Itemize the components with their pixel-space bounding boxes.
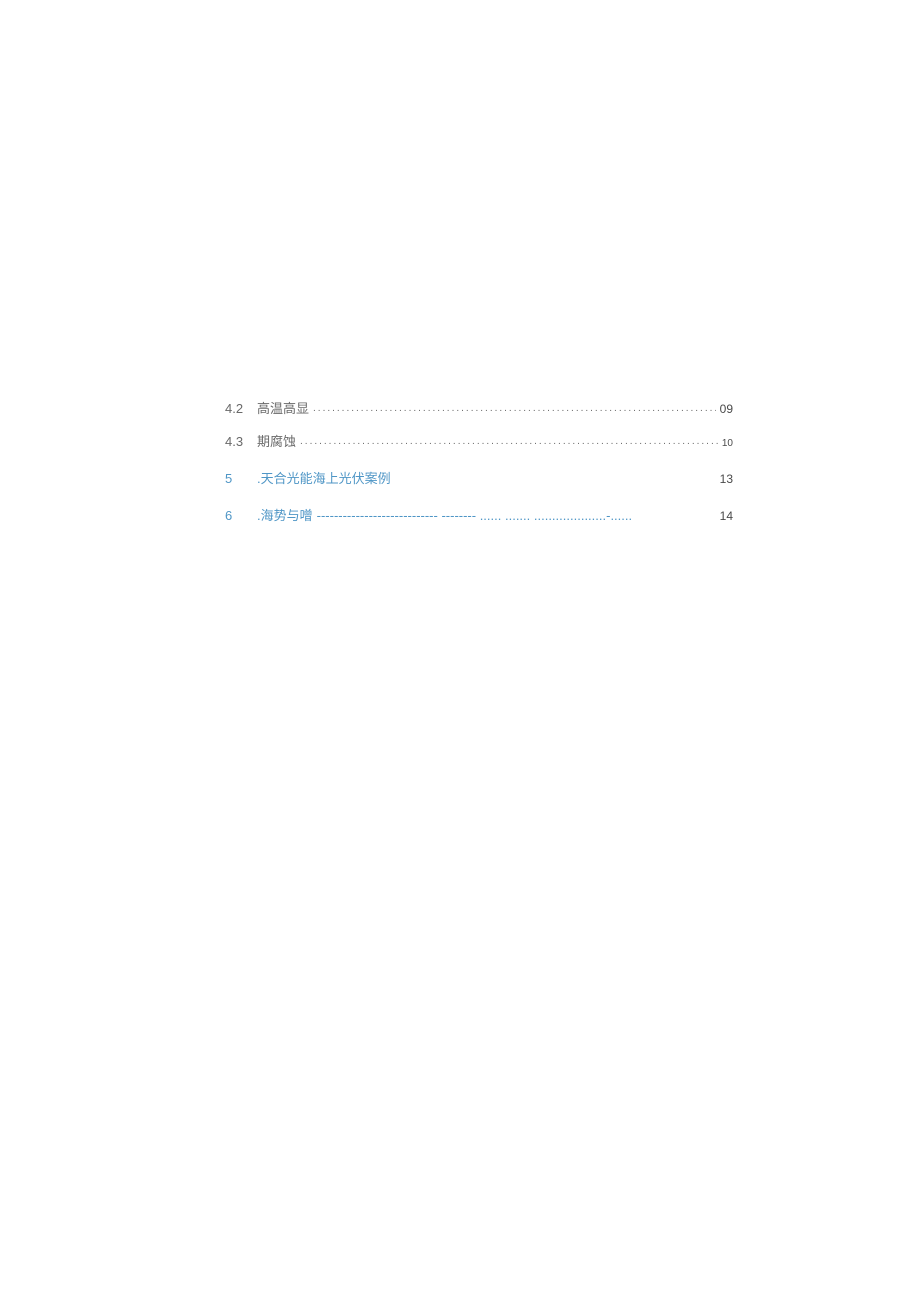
toc-entry-heading: 5 .天合光能海上光伏案例 13 (225, 468, 733, 487)
toc-entry-page: 13 (720, 472, 733, 486)
toc-leader-dashes: ---------------------------- -------- ..… (317, 508, 716, 523)
toc-entry-number: 4.3 (225, 434, 257, 449)
toc-entry-number: 5 (225, 471, 257, 486)
toc-entry-title: 高温高显 (257, 398, 309, 417)
toc-entry-title: 期腐蚀 (257, 431, 296, 450)
table-of-contents: 4.2 高温高显 ...............................… (225, 398, 733, 538)
toc-entry: 4.3 期腐蚀 ................................… (225, 431, 733, 450)
toc-entry-heading: 6 .海势与噌 ---------------------------- ---… (225, 505, 733, 524)
toc-entry-page: 10 (722, 438, 733, 449)
toc-entry-number: 4.2 (225, 401, 257, 416)
toc-leader-dots: ........................................… (313, 403, 716, 414)
toc-entry-title: .天合光能海上光伏案例 (257, 468, 391, 487)
toc-leader-dots: ........................................… (300, 436, 718, 447)
toc-entry-page: 14 (720, 509, 733, 523)
toc-entry-page: 09 (720, 402, 733, 416)
toc-entry-number: 6 (225, 508, 257, 523)
toc-entry-title: .海势与噌 (257, 505, 313, 524)
toc-entry: 4.2 高温高显 ...............................… (225, 398, 733, 417)
